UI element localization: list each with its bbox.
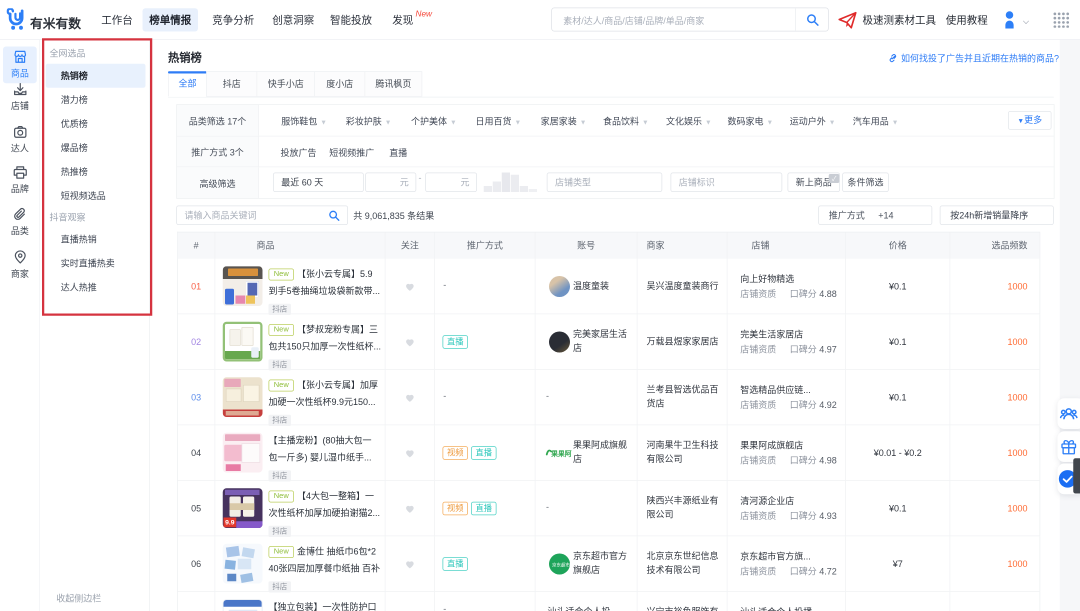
svg-text:果果阿成: 果果阿成 [550, 449, 571, 458]
